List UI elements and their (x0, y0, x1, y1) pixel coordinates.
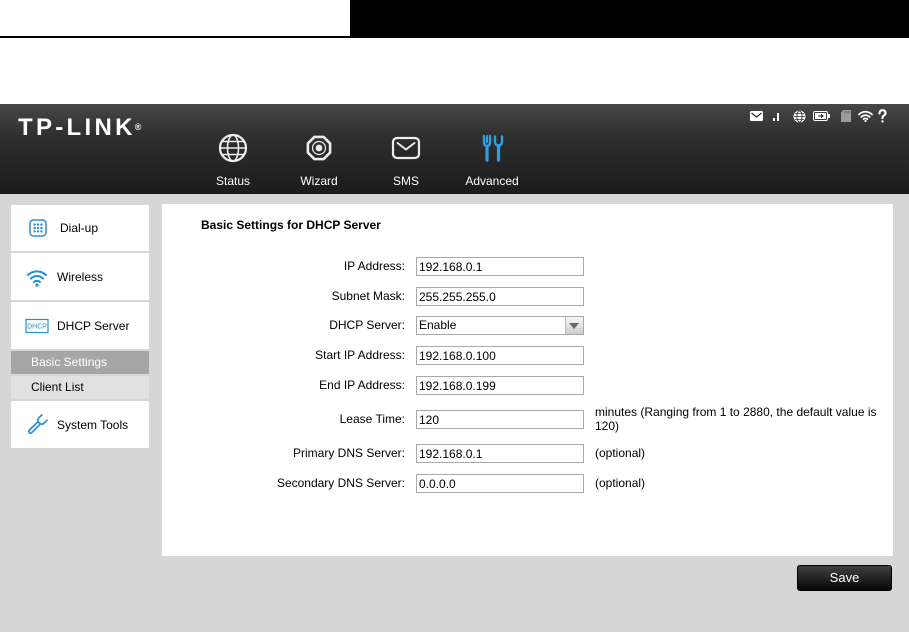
logo-registered-mark: ® (134, 122, 142, 132)
lease-time-note: minutes (Ranging from 1 to 2880, the def… (595, 405, 877, 433)
chevron-down-icon[interactable] (565, 317, 583, 334)
wizard-icon (306, 135, 332, 161)
logo-text: TP-LINK (18, 114, 136, 141)
secondary-dns-note: (optional) (595, 476, 646, 490)
start-ip-input[interactable] (416, 346, 584, 365)
sidebar-item-label: System Tools (57, 417, 129, 432)
dhcp-server-select-value: Enable (419, 318, 457, 332)
ip-address-input[interactable] (416, 257, 584, 276)
primary-dns-label: Primary DNS Server: (292, 446, 405, 460)
help-icon[interactable] (877, 109, 888, 123)
sidebar-subitem-client-list[interactable]: Client List (11, 376, 149, 399)
nav-status[interactable]: Status (193, 132, 273, 192)
signal-icon (773, 113, 779, 121)
nav-advanced[interactable]: Advanced (452, 132, 532, 192)
nav-wizard[interactable]: Wizard (279, 132, 359, 192)
globe-icon (218, 133, 248, 163)
envelope-icon (391, 136, 421, 160)
subnet-mask-input[interactable] (416, 287, 584, 306)
ip-address-label: IP Address: (343, 259, 405, 273)
tp-link-logo[interactable]: TP-LINK® (18, 116, 141, 140)
wrench-icon (27, 413, 48, 434)
sidebar-subitem-basic-settings[interactable]: Basic Settings (11, 351, 149, 374)
subnet-mask-label: Subnet Mask: (331, 289, 405, 303)
nav-sms-label: SMS (392, 174, 419, 188)
tools-icon (482, 134, 504, 162)
page-title: Basic Settings for DHCP Server (201, 218, 381, 232)
secondary-dns-input[interactable] (416, 474, 584, 493)
keypad-icon (29, 219, 47, 237)
sidebar-item-system-tools[interactable]: System Tools (11, 401, 149, 448)
sidebar-item-wireless[interactable]: Wireless (11, 253, 149, 300)
dhcp-server-label: DHCP Server: (329, 318, 405, 332)
wifi-icon (26, 269, 48, 287)
lease-time-label: Lease Time: (339, 412, 405, 426)
dhcp-icon: DHCP (25, 318, 49, 333)
start-ip-label: Start IP Address: (315, 348, 405, 362)
sidebar-item-dhcp-server[interactable]: DHCP DHCP Server (11, 302, 149, 349)
sd-card-icon (841, 110, 851, 122)
battery-icon (813, 111, 830, 121)
main-area: Dial-up Wireless DHCP DHCP Server Basic … (0, 194, 909, 632)
sidebar-item-label: Dial-up (60, 221, 99, 235)
nav-status-label: Status (215, 174, 251, 188)
save-button[interactable]: Save (797, 565, 892, 591)
nav-advanced-label: Advanced (465, 174, 519, 188)
sidebar-item-dial-up[interactable]: Dial-up (11, 205, 149, 251)
wifi-icon (858, 110, 873, 122)
dhcp-server-select[interactable]: Enable (416, 316, 584, 335)
primary-dns-note: (optional) (595, 446, 646, 460)
envelope-icon[interactable] (750, 111, 763, 121)
content-panel: Basic Settings for DHCP Server IP Addres… (162, 204, 893, 556)
sidebar-item-label: Wireless (57, 269, 104, 284)
end-ip-label: End IP Address: (319, 378, 405, 392)
dhcp-icon-text: DHCP (27, 323, 47, 330)
header-bar: TP-LINK® Status Wizard SMS Advanced (0, 104, 909, 194)
nav-sms[interactable]: SMS (366, 132, 446, 192)
globe-icon (793, 110, 806, 123)
top-white-box (0, 0, 350, 36)
nav-wizard-label: Wizard (300, 174, 338, 188)
sidebar: Dial-up Wireless DHCP DHCP Server Basic … (11, 205, 149, 448)
secondary-dns-label: Secondary DNS Server: (276, 476, 405, 490)
top-strip (0, 0, 909, 38)
end-ip-input[interactable] (416, 376, 584, 395)
sidebar-item-label: DHCP Server (57, 318, 130, 333)
primary-dns-input[interactable] (416, 444, 584, 463)
lease-time-input[interactable] (416, 410, 584, 429)
